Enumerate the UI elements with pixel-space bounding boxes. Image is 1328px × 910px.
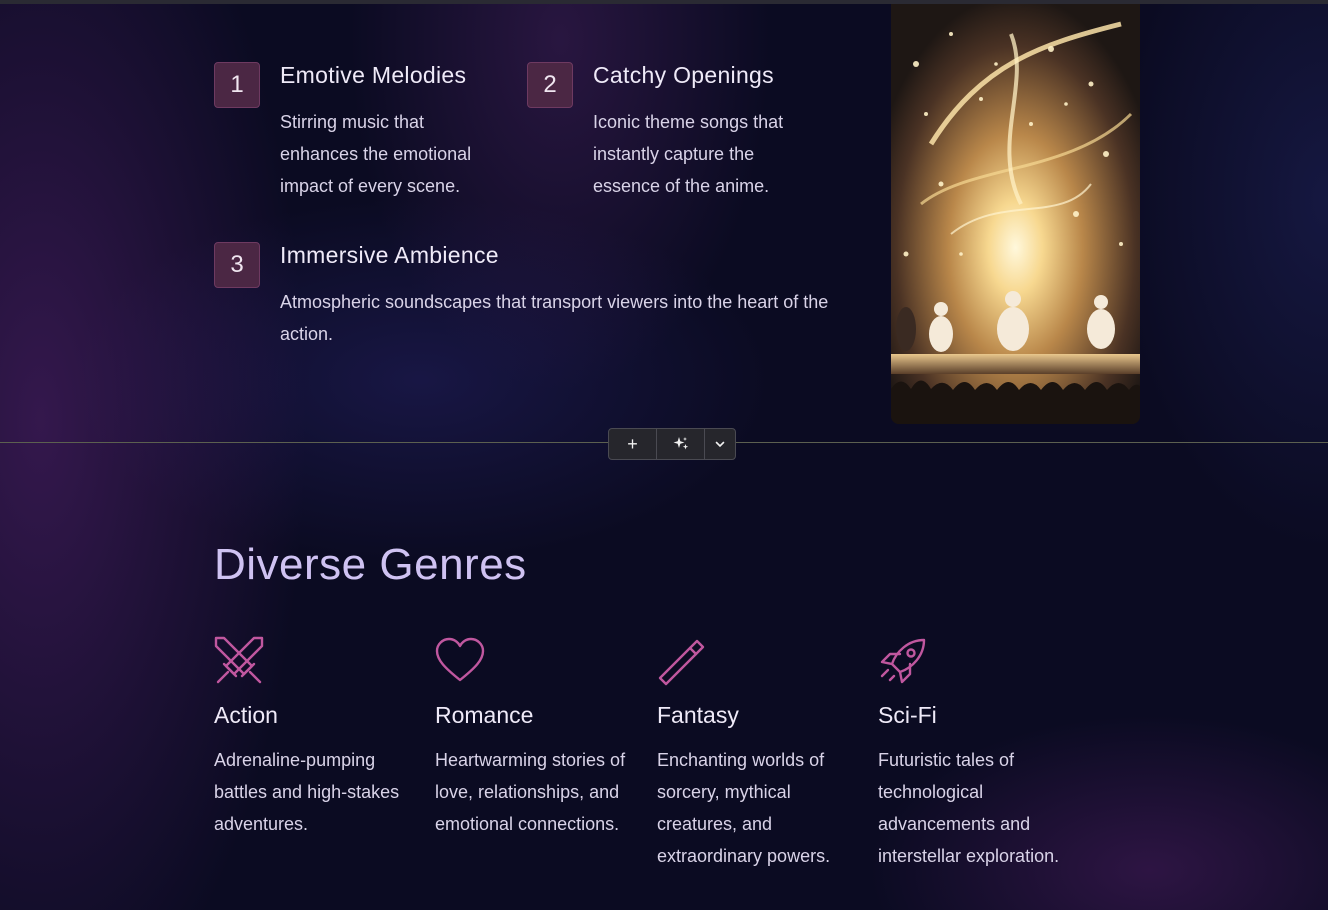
heart-icon [435, 637, 485, 682]
genre-card: Action Adrenaline-pumping battles and hi… [214, 636, 414, 834]
add-block-button[interactable]: + [609, 429, 657, 459]
section-title: Diverse Genres [214, 540, 527, 589]
feature-title: Catchy Openings [593, 62, 774, 88]
feature-description: Stirring music that enhances the emotion… [280, 112, 472, 196]
magic-wand-icon [658, 639, 705, 686]
block-toolbar: + [608, 428, 736, 460]
genre-description: Adrenaline-pumping battles and high-stak… [214, 750, 400, 834]
sparkles-icon [673, 437, 688, 450]
genre-card: Romance Heartwarming stories of love, re… [435, 636, 635, 834]
chevron-down-icon [715, 441, 725, 448]
more-options-button[interactable] [705, 429, 735, 459]
rocket-icon [880, 638, 926, 684]
genre-card: Fantasy Enchanting worlds of sorcery, my… [657, 636, 857, 866]
genre-description: Enchanting worlds of sorcery, mythical c… [657, 750, 831, 866]
feature-title: Emotive Melodies [280, 62, 467, 88]
genre-description: Futuristic tales of technological advanc… [878, 750, 1060, 866]
concert-illustration-graphic [891, 4, 1140, 424]
genre-title: Sci-Fi [878, 702, 937, 728]
concert-illustration [891, 4, 1140, 424]
feature-number-badge: 2 [527, 62, 573, 108]
genre-title: Action [214, 702, 278, 728]
feature-title: Immersive Ambience [280, 242, 499, 268]
feature-number-badge: 3 [214, 242, 260, 288]
genre-card: Sci-Fi Futuristic tales of technological… [878, 636, 1078, 866]
feature-description: Iconic theme songs that instantly captur… [593, 112, 784, 196]
genre-description: Heartwarming stories of love, relationsh… [435, 750, 626, 834]
ai-generate-button[interactable] [657, 429, 705, 459]
genre-title: Fantasy [657, 702, 739, 728]
genre-title: Romance [435, 702, 534, 728]
feature-number-badge: 1 [214, 62, 260, 108]
feature-description: Atmospheric soundscapes that transport v… [280, 292, 829, 344]
crossed-swords-icon [214, 636, 264, 684]
